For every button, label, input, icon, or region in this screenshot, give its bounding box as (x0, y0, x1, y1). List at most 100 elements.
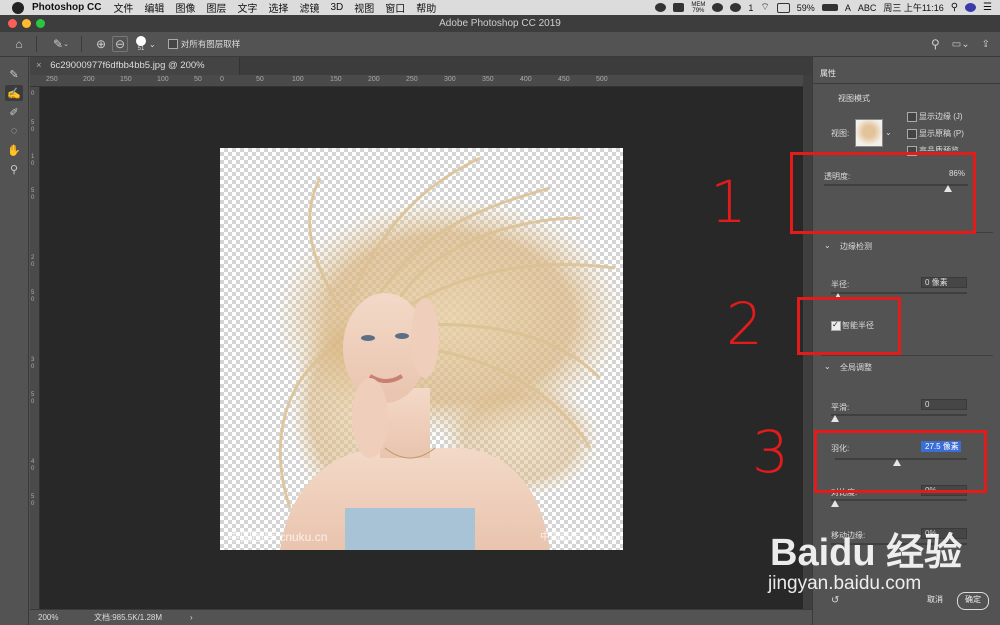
menu-file[interactable]: 文件 (113, 0, 133, 15)
show-original-checkbox[interactable] (907, 129, 917, 139)
chat-tray-icon[interactable] (712, 3, 724, 12)
properties-tab[interactable]: 属性 (813, 65, 843, 83)
screen-tray-icon[interactable] (673, 3, 685, 12)
tools-panel: ✎ ✍ ✐ ◌ ✋ ⚲ (0, 57, 29, 625)
add-to-area-icon[interactable]: ⊕ (94, 37, 108, 51)
document-image[interactable]: 中国图库 cnuku.cn 中国图库 cnuku.cn (220, 148, 623, 550)
refine-edge-brush-icon[interactable]: ✍ (5, 85, 23, 101)
clock[interactable]: 周三 上午11:16 (883, 1, 943, 14)
workspace-icon[interactable]: ▭⌄ (952, 39, 970, 50)
ruler-label: 0 (31, 91, 35, 97)
ruler-label: 50 (256, 76, 264, 83)
reset-icon[interactable]: ↺ (831, 595, 839, 606)
spotlight-search-icon[interactable]: ⚲ (951, 2, 958, 13)
ruler-label: 0 (31, 195, 35, 201)
chevron-down-icon[interactable]: ⌄ (885, 128, 892, 137)
zoom-tool-icon[interactable]: ⚲ (5, 161, 23, 177)
smooth-slider[interactable] (831, 414, 967, 416)
input-method-icon[interactable]: A (845, 3, 851, 13)
horizontal-ruler: 250 200 150 100 50 0 50 100 150 200 250 … (30, 75, 812, 87)
notification-center-icon[interactable]: ☰ (983, 2, 992, 13)
share-icon[interactable]: ⇪ (982, 39, 990, 50)
wechat-tray-icon[interactable] (655, 3, 667, 12)
close-tab-icon[interactable]: × (36, 60, 42, 71)
radius-field[interactable]: 0 像素 (921, 277, 967, 288)
home-icon[interactable]: ⌂ (12, 37, 26, 51)
baidu-brand: Baidu 经验 (770, 532, 963, 574)
close-window-icon[interactable] (8, 19, 17, 28)
ruler-label: 0 (31, 466, 35, 472)
ruler-label: 0 (31, 127, 35, 133)
annotation-box-opacity (790, 152, 976, 234)
brush-preset-icon[interactable]: ✎ ⌄ (51, 37, 71, 51)
document-tab[interactable]: × 6c29000977f6dfbb4bb5.jpg @ 200%(RGB/8)… (30, 57, 240, 89)
ruler-label: 350 (482, 76, 494, 83)
image-watermark: 中国图库 cnuku.cn (228, 530, 328, 544)
apple-icon[interactable] (12, 1, 24, 14)
ruler-label: 2 (31, 255, 35, 261)
status-tray: MEM 79% 1 ⌔ 59% A ABC 周三 上午11:16 ⚲ ☰ (655, 1, 992, 14)
global-refinements-title: 全局调整 (840, 363, 872, 372)
search-icon[interactable]: ⚲ (931, 37, 940, 51)
menu-3d[interactable]: 3D (330, 2, 343, 13)
menu-edit[interactable]: 编辑 (144, 0, 164, 15)
menu-help[interactable]: 帮助 (416, 0, 436, 15)
ruler-label: 100 (157, 76, 169, 83)
view-mode-thumbnail[interactable] (855, 119, 883, 147)
sample-all-layers-label: 对所有图层取样 (180, 39, 241, 49)
ruler-label: 50 (194, 76, 202, 83)
menu-image[interactable]: 图像 (175, 0, 195, 15)
subtract-from-area-icon[interactable]: ⊖ (112, 36, 128, 52)
chevron-down-icon[interactable]: ⌄ (824, 241, 831, 250)
menu-type[interactable]: 文字 (237, 0, 257, 15)
contrast-slider-knob[interactable] (831, 500, 839, 507)
ruler-label: 100 (292, 76, 304, 83)
ruler-label: 5 (31, 120, 35, 126)
battery-icon[interactable] (821, 4, 838, 11)
annotation-box-smart-radius (797, 297, 901, 355)
tab-strip (240, 57, 812, 75)
ruler-label: 0 (31, 399, 35, 405)
menu-select[interactable]: 选择 (268, 0, 288, 15)
annotation-number-3: 3 (752, 418, 789, 486)
hand-tool-icon[interactable]: ✋ (5, 142, 23, 158)
contrast-slider[interactable] (831, 499, 967, 501)
wifi-icon[interactable]: ⌔ (760, 1, 769, 14)
qq-tray-icon[interactable] (730, 3, 742, 12)
status-menu-arrow[interactable]: › (190, 610, 193, 625)
ruler-label: 1 (31, 154, 35, 160)
zoom-level[interactable]: 200% (38, 610, 58, 625)
edge-detection-title: 边缘检测 (840, 242, 872, 251)
show-original-label: 显示原稿 (P) (919, 129, 964, 138)
menu-window[interactable]: 窗口 (385, 0, 405, 15)
siri-icon[interactable] (965, 3, 977, 12)
baidu-watermark: Baidu 经验 jingyan.baidu.com (768, 532, 963, 595)
ruler-label: 5 (31, 494, 35, 500)
lasso-tool-icon[interactable]: ◌ (5, 123, 23, 139)
smooth-field[interactable]: 0 (921, 399, 967, 410)
memory-indicator[interactable]: MEM 79% (691, 2, 705, 14)
chevron-down-icon[interactable]: ⌄ (149, 40, 156, 49)
smooth-label: 平滑: (831, 403, 850, 412)
annotation-number-1: 1 (710, 168, 747, 236)
sample-all-layers-checkbox[interactable] (167, 39, 178, 49)
minimize-window-icon[interactable] (22, 19, 31, 28)
airplay-icon[interactable] (776, 2, 790, 13)
brush-size-control[interactable]: 51 (136, 36, 146, 52)
menu-filter[interactable]: 滤镜 (299, 0, 319, 15)
brush-tool-icon[interactable]: ✐ (5, 104, 23, 120)
show-edge-checkbox[interactable] (907, 112, 917, 122)
quick-selection-tool-icon[interactable]: ✎ (5, 66, 23, 82)
zoom-window-icon[interactable] (36, 19, 45, 28)
radius-slider[interactable] (831, 292, 967, 294)
app-menu[interactable]: Photoshop CC (32, 2, 101, 13)
divider (813, 83, 1000, 84)
brush-size-icon (136, 36, 146, 46)
ruler-label: 5 (31, 392, 35, 398)
chevron-down-icon[interactable]: ⌄ (824, 362, 831, 371)
menu-view[interactable]: 视图 (354, 0, 374, 15)
menu-layer[interactable]: 图层 (206, 0, 226, 15)
window-titlebar: Adobe Photoshop CC 2019 (0, 15, 1000, 32)
ruler-label: 300 (444, 76, 456, 83)
smooth-slider-knob[interactable] (831, 415, 839, 422)
